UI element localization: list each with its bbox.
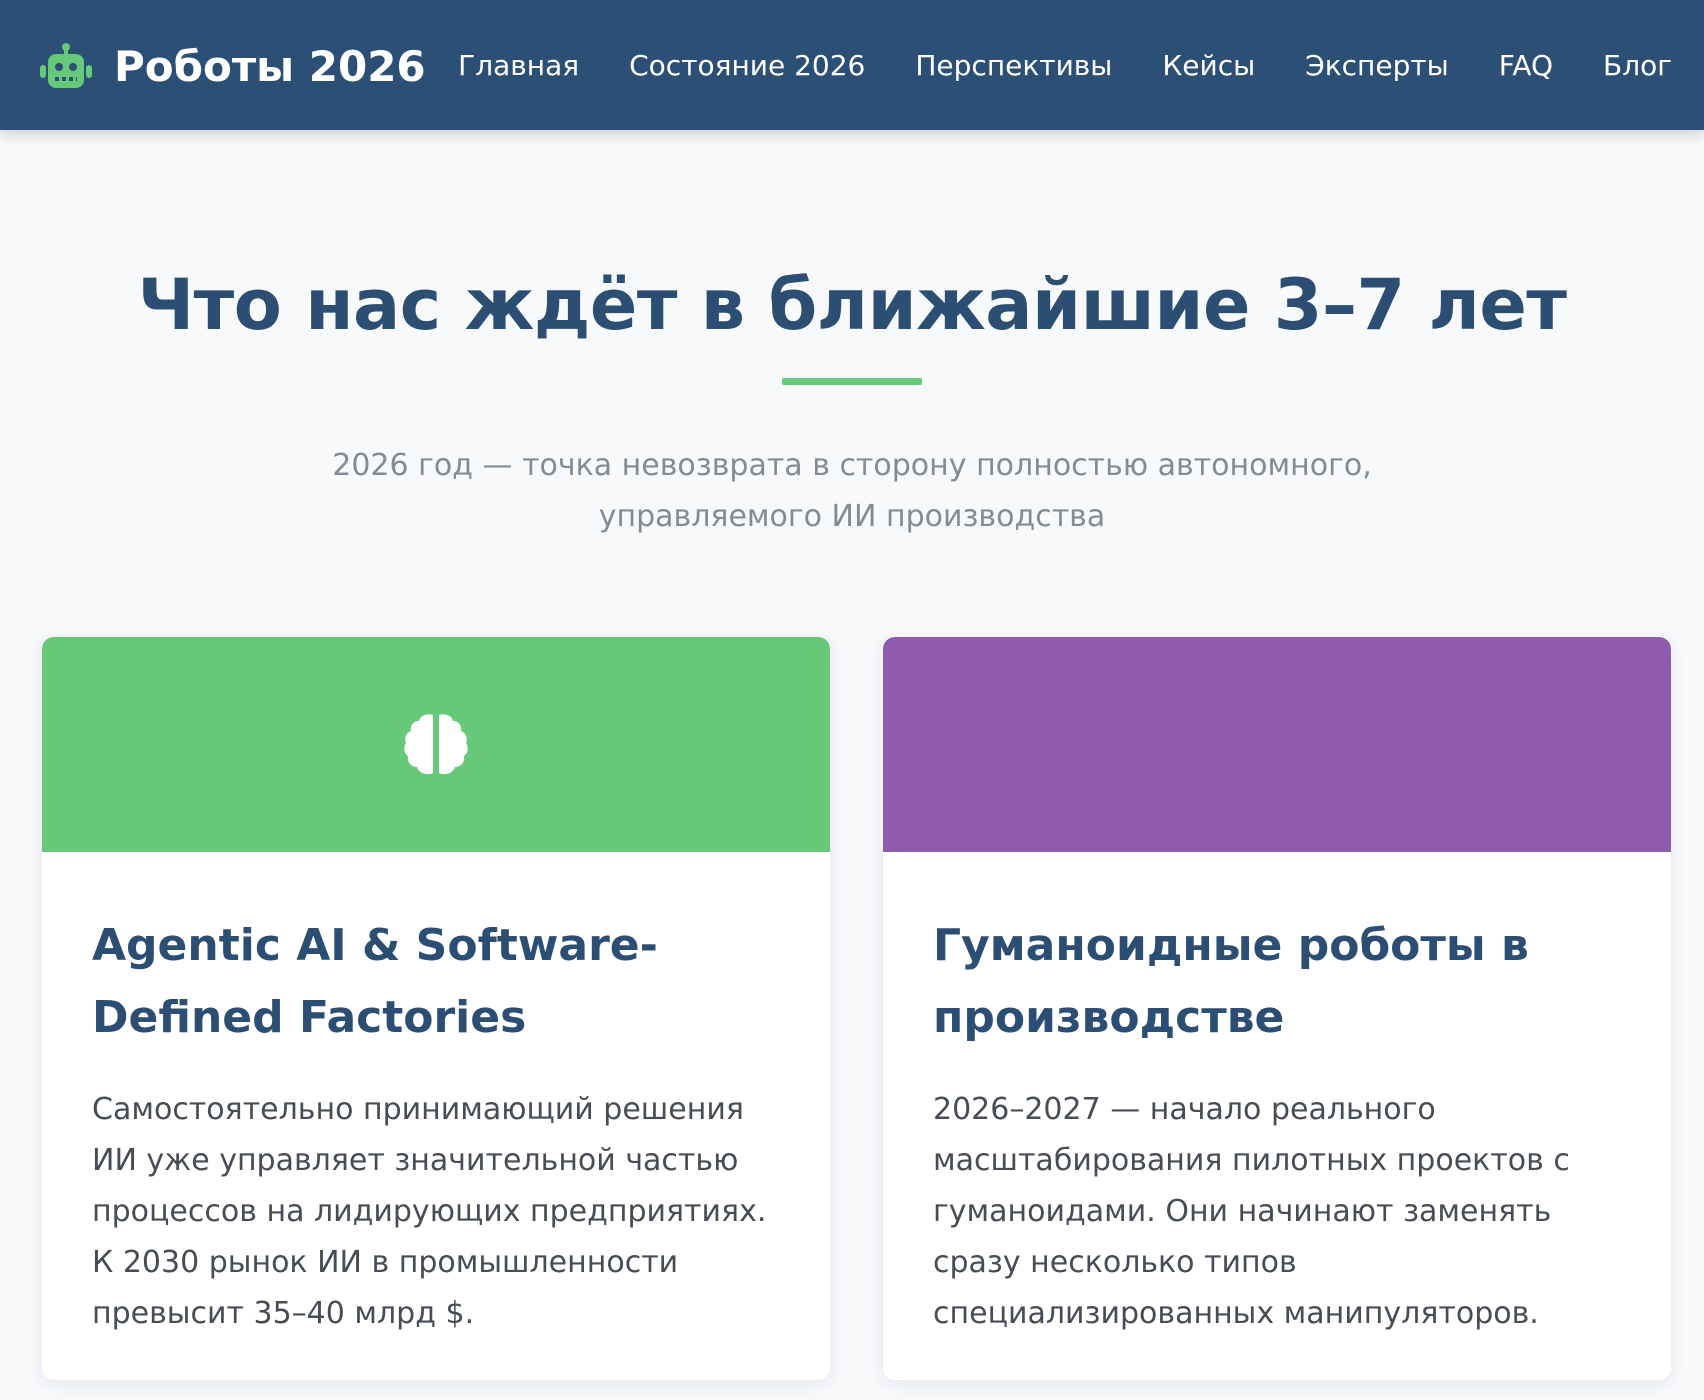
card-title: Agentic AI & Software-Defined Factories [92, 920, 658, 1043]
nav-item-faq[interactable]: FAQ [1499, 49, 1553, 82]
card-banner-green [42, 637, 830, 852]
main-nav: Главная Состояние 2026 Перспективы Кейсы… [458, 0, 1672, 130]
nav-item-home[interactable]: Главная [458, 49, 579, 82]
card-banner-purple [883, 637, 1671, 852]
hero-section: Что нас ждёт в ближайшие 3–7 лет 2026 го… [0, 130, 1704, 542]
nav-item-cases[interactable]: Кейсы [1162, 49, 1255, 82]
nav-item-state-2026[interactable]: Состояние 2026 [629, 49, 865, 82]
logo-text: Роботы 2026 [114, 42, 426, 91]
card-agentic-ai: Agentic AI & Software-Defined Factories … [42, 637, 830, 1380]
card-text: Самостоятельно принимающий решения ИИ уж… [92, 1092, 767, 1331]
brain-icon [404, 713, 468, 774]
section-subtitle: 2026 год — точка невозврата в сторону по… [332, 448, 1372, 534]
site-header: Роботы 2026 Главная Состояние 2026 Персп… [0, 0, 1704, 130]
title-underline [782, 378, 922, 385]
nav-item-experts[interactable]: Эксперты [1305, 49, 1449, 82]
nav-item-perspectives[interactable]: Перспективы [915, 49, 1112, 82]
card-humanoid-robots: Гуманоидные роботы в производстве 2026–2… [883, 637, 1671, 1380]
nav-item-blog[interactable]: Блог [1603, 49, 1672, 82]
section-title: Что нас ждёт в ближайшие 3–7 лет [137, 264, 1567, 346]
card-title: Гуманоидные роботы в производстве [933, 920, 1529, 1043]
robot-icon [40, 42, 92, 88]
card-text: 2026–2027 — начало реального масштабиров… [933, 1092, 1570, 1331]
logo-link[interactable]: Роботы 2026 [38, 42, 426, 91]
